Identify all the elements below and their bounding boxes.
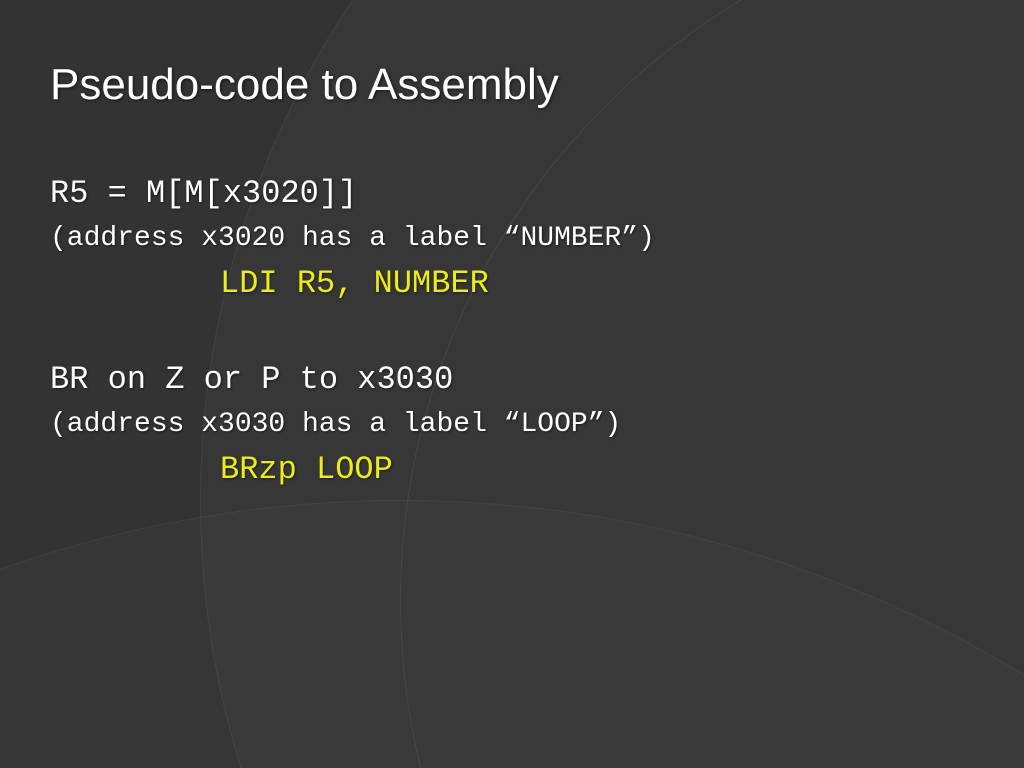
assembly-line: BRzp LOOP	[50, 446, 974, 494]
slide-body: R5 = M[M[x3020]] (address x3020 has a la…	[50, 170, 974, 494]
pseudo-line: BR on Z or P to x3030	[50, 356, 974, 404]
pseudo-note: (address x3020 has a label “NUMBER”)	[50, 218, 974, 260]
pseudo-line: R5 = M[M[x3020]]	[50, 170, 974, 218]
slide-title: Pseudo-code to Assembly	[50, 60, 559, 110]
slide: Pseudo-code to Assembly R5 = M[M[x3020]]…	[0, 0, 1024, 768]
assembly-line: LDI R5, NUMBER	[50, 260, 974, 308]
pseudo-note: (address x3030 has a label “LOOP”)	[50, 404, 974, 446]
spacer	[50, 308, 974, 356]
